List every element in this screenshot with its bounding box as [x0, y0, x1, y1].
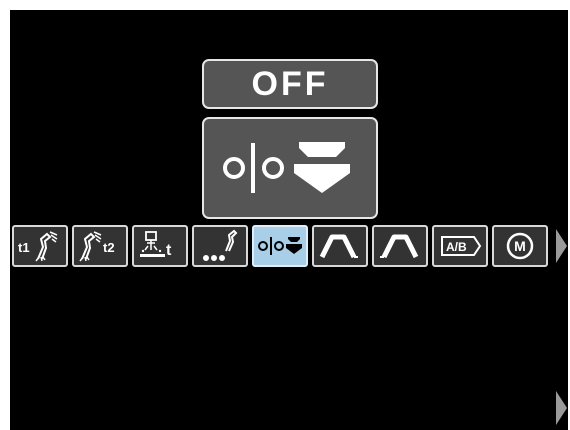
t1-label: t1 [18, 240, 30, 255]
ab-label: A/B [446, 240, 467, 254]
menu-tile-ab-procedure[interactable]: A/B [432, 225, 488, 267]
gas-purge-icon [258, 237, 302, 255]
menu-tile-memory[interactable]: M [492, 225, 548, 267]
torch-t2-postflow-icon: t2 [79, 231, 115, 262]
display-screen: OFF t1 t2 t A/B M [10, 10, 568, 430]
t2-label: t2 [103, 240, 115, 255]
menu-tile-gas-purge[interactable] [252, 225, 308, 267]
gas-preflow-purge-icon [223, 142, 350, 193]
restrike-torch-icon [203, 229, 238, 261]
memory-icon: M [506, 232, 534, 260]
ab-procedure-icon: A/B [441, 236, 482, 256]
parameter-display [202, 117, 378, 219]
menu-tile-end-ramp[interactable] [372, 225, 428, 267]
t1-torch-preflow-icon: t1 [18, 231, 58, 262]
menu-tile-t1-preflow[interactable]: t1 [12, 225, 68, 267]
menu-next-arrow-icon[interactable] [556, 229, 567, 263]
crater-start-ramp-icon [319, 234, 358, 259]
menu-tile-t2-postflow[interactable]: t2 [72, 225, 128, 267]
memory-label: M [514, 238, 526, 254]
menu-tile-start-ramp[interactable] [312, 225, 368, 267]
value-display: OFF [202, 59, 378, 109]
page-next-arrow-icon[interactable] [556, 391, 567, 425]
value-text: OFF [251, 64, 329, 103]
crater-end-ramp-icon [380, 234, 419, 259]
menu-tile-restrike[interactable] [192, 225, 248, 267]
menu-tile-spot-time[interactable]: t [132, 225, 188, 267]
spot-time-icon: t [140, 231, 172, 259]
t-label: t [166, 242, 172, 259]
